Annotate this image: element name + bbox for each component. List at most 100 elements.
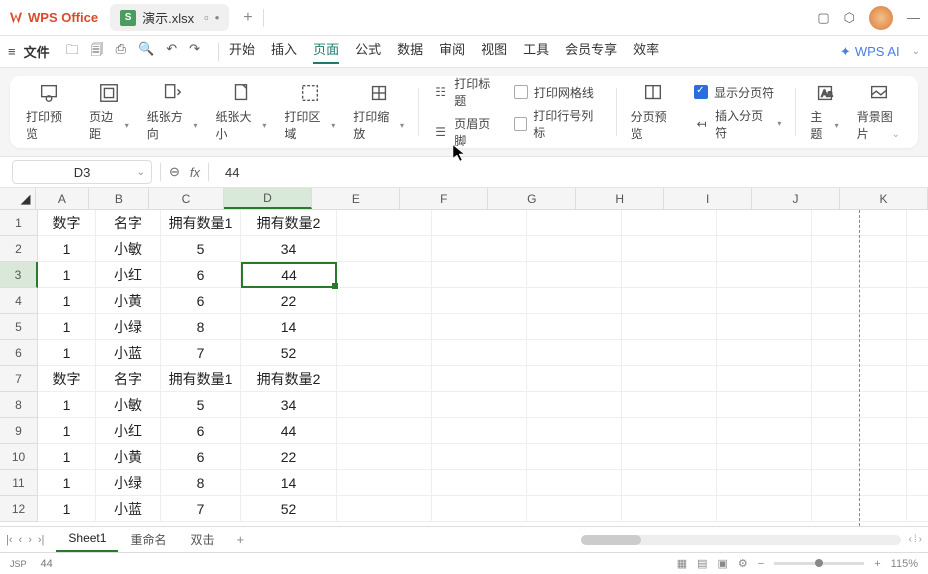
cell[interactable] — [337, 444, 432, 470]
cell[interactable] — [717, 340, 812, 366]
cube-icon[interactable]: ⬡ — [844, 10, 855, 26]
cell[interactable]: 1 — [38, 444, 96, 470]
cell[interactable]: 44 — [241, 262, 337, 288]
cell[interactable]: 名字 — [96, 366, 161, 392]
menu-item-8[interactable]: 会员专享 — [565, 39, 617, 64]
row-header[interactable]: 5 — [0, 314, 38, 340]
cell[interactable] — [717, 418, 812, 444]
cancel-icon[interactable]: ⊖ — [169, 164, 180, 180]
cell[interactable] — [622, 444, 717, 470]
row-header[interactable]: 10 — [0, 444, 38, 470]
orientation-button[interactable]: 纸张方向▾ — [147, 82, 198, 142]
file-tab[interactable]: S 演示.xlsx ▫ • — [110, 4, 229, 31]
cell[interactable]: 44 — [241, 418, 337, 444]
cell[interactable] — [527, 262, 622, 288]
column-header[interactable]: F — [400, 188, 488, 209]
spreadsheet-grid[interactable]: ◢ ABCDEFGHIJK 123456789101112 数字名字拥有数量1拥… — [0, 188, 928, 526]
minimize-icon[interactable]: — — [907, 10, 920, 25]
sheet-nav-last-icon[interactable]: ›| — [38, 534, 45, 546]
cell[interactable] — [337, 366, 432, 392]
cell[interactable] — [432, 314, 527, 340]
cell[interactable]: 小红 — [96, 262, 161, 288]
cell[interactable]: 52 — [241, 496, 337, 522]
menu-item-6[interactable]: 视图 — [481, 39, 507, 64]
zoom-in-icon[interactable]: + — [874, 558, 880, 570]
cell[interactable]: 1 — [38, 288, 96, 314]
scroll-left-icon[interactable]: ‹ — [909, 534, 912, 545]
save-icon[interactable]: 🗐 — [91, 41, 104, 63]
cell[interactable] — [337, 262, 432, 288]
cell[interactable]: 小红 — [96, 418, 161, 444]
print-scale-button[interactable]: 打印缩放▾ — [353, 82, 404, 142]
cell[interactable] — [622, 314, 717, 340]
cell[interactable] — [622, 366, 717, 392]
cell[interactable] — [432, 392, 527, 418]
cell[interactable]: 8 — [161, 470, 241, 496]
cell[interactable]: 名字 — [96, 210, 161, 236]
scroll-right-icon[interactable]: › — [919, 534, 922, 545]
cell[interactable] — [527, 288, 622, 314]
cell[interactable]: 1 — [38, 340, 96, 366]
cell[interactable] — [337, 392, 432, 418]
cell[interactable]: 6 — [161, 418, 241, 444]
cell[interactable] — [717, 392, 812, 418]
row-header[interactable]: 12 — [0, 496, 38, 522]
cell[interactable]: 22 — [241, 288, 337, 314]
cell[interactable] — [432, 236, 527, 262]
cell[interactable] — [527, 340, 622, 366]
cell[interactable] — [907, 444, 928, 470]
column-header[interactable]: D — [224, 188, 313, 209]
margins-button[interactable]: 页边距▾ — [89, 82, 129, 142]
column-header[interactable]: A — [36, 188, 90, 209]
row-header[interactable]: 3 — [0, 262, 38, 288]
menu-item-1[interactable]: 插入 — [271, 39, 297, 64]
print-title-button[interactable]: ☷打印标题 — [433, 75, 500, 109]
show-break-checkbox[interactable]: 显示分页符 — [694, 84, 781, 101]
menu-item-9[interactable]: 效率 — [633, 39, 659, 64]
sheet-tab[interactable]: Sheet1 — [56, 527, 118, 552]
sheet-tab[interactable]: 重命名 — [118, 527, 178, 552]
cell[interactable]: 拥有数量2 — [241, 210, 337, 236]
column-header[interactable]: I — [664, 188, 752, 209]
cell[interactable] — [337, 496, 432, 522]
row-header[interactable]: 7 — [0, 366, 38, 392]
cell[interactable] — [527, 392, 622, 418]
cell[interactable]: 6 — [161, 262, 241, 288]
hamburger-icon[interactable]: ≡ — [8, 44, 16, 59]
menu-item-0[interactable]: 开始 — [229, 39, 255, 64]
cell[interactable] — [337, 210, 432, 236]
cell[interactable]: 1 — [38, 392, 96, 418]
menu-item-2[interactable]: 页面 — [313, 39, 339, 64]
cell[interactable] — [527, 418, 622, 444]
page-preview-button[interactable]: 分页预览 — [631, 82, 677, 142]
cell[interactable]: 拥有数量1 — [161, 366, 241, 392]
cell[interactable]: 1 — [38, 236, 96, 262]
cell[interactable] — [527, 236, 622, 262]
ribbon-corner-icon[interactable]: ⌄ — [892, 129, 900, 140]
cell[interactable]: 14 — [241, 314, 337, 340]
cell[interactable] — [717, 288, 812, 314]
cell[interactable]: 5 — [161, 392, 241, 418]
menu-item-3[interactable]: 公式 — [355, 39, 381, 64]
cell[interactable]: 小敏 — [96, 392, 161, 418]
cell[interactable]: 数字 — [38, 366, 96, 392]
column-header[interactable]: K — [840, 188, 928, 209]
cell[interactable] — [622, 496, 717, 522]
cells[interactable]: 数字名字拥有数量1拥有数量21小敏5341小红6441小黄6221小绿8141小… — [38, 210, 928, 522]
tab-menu-icon[interactable]: ▫ — [204, 10, 209, 25]
cell[interactable]: 小黄 — [96, 288, 161, 314]
cell[interactable]: 小绿 — [96, 470, 161, 496]
cell[interactable]: 6 — [161, 288, 241, 314]
sheet-nav-next-icon[interactable]: › — [28, 534, 32, 546]
cell[interactable]: 7 — [161, 496, 241, 522]
formula-input[interactable]: 44 — [217, 165, 916, 180]
cell[interactable] — [907, 340, 928, 366]
view-break-icon[interactable]: ▣ — [718, 557, 728, 570]
cell[interactable] — [907, 288, 928, 314]
chevron-down-icon[interactable]: ⌄ — [912, 46, 920, 57]
select-all-corner[interactable]: ◢ — [0, 188, 36, 209]
menu-item-4[interactable]: 数据 — [397, 39, 423, 64]
cell[interactable] — [907, 236, 928, 262]
cell[interactable] — [907, 418, 928, 444]
cell[interactable] — [622, 340, 717, 366]
